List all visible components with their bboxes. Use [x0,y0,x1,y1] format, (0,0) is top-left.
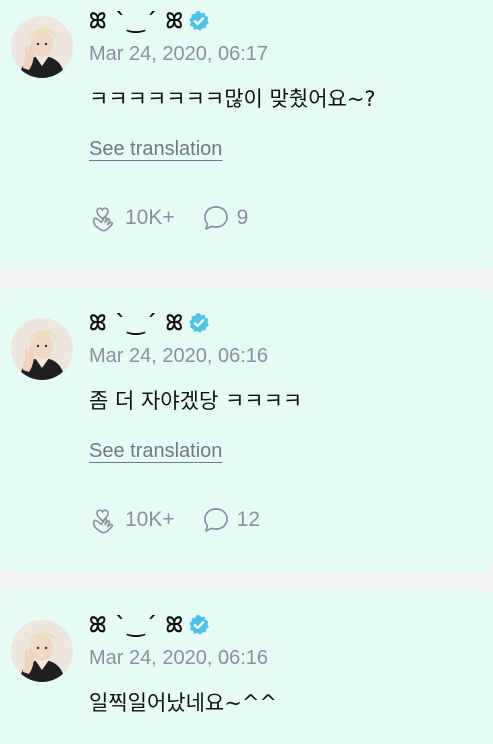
verified-badge-icon [188,10,210,32]
speech-bubble-icon [201,505,231,535]
display-name[interactable]: ꕤ ˋ‿ˊ ꕤ [89,9,184,34]
comment-button[interactable]: 12 [201,505,260,535]
avatar[interactable] [11,620,73,682]
post-feed: ꕤ ˋ‿ˊ ꕤ Mar 24, 2020, 06:17 ㅋㅋㅋㅋㅋㅋㅋ많이 맞췄… [0,0,493,744]
post-text: 일찍일어났네요~^^ [89,691,278,715]
post-timestamp: Mar 24, 2020, 06:16 [89,345,269,367]
like-count: 10K+ [125,508,175,531]
speech-bubble-icon [201,203,231,233]
post-timestamp: Mar 24, 2020, 06:17 [89,43,269,65]
post-card[interactable]: ꕤ ˋ‿ˊ ꕤ Mar 24, 2020, 06:16 일찍일어났네요~^^ [0,590,493,744]
see-translation-link[interactable]: See translation [89,440,222,463]
heart-hand-icon [89,203,119,233]
see-translation-link[interactable]: See translation [89,138,222,161]
author-row: ꕤ ˋ‿ˊ ꕤ [89,612,210,638]
post-timestamp: Mar 24, 2020, 06:16 [89,647,269,669]
like-count: 10K+ [125,206,175,229]
post-text: ㅋㅋㅋㅋㅋㅋㅋ많이 맞췄어요~? [89,87,376,111]
like-button[interactable]: 10K+ [89,505,175,535]
heart-hand-icon [89,505,119,535]
like-button[interactable]: 10K+ [89,203,175,233]
post-stats: 10K+ 12 [89,505,260,535]
post-card[interactable]: ꕤ ˋ‿ˊ ꕤ Mar 24, 2020, 06:16 좀 더 자야겠당 ㅋㅋㅋ… [0,288,493,572]
avatar[interactable] [11,318,73,380]
author-row: ꕤ ˋ‿ˊ ꕤ [89,8,210,34]
verified-badge-icon [188,312,210,334]
post-text: 좀 더 자야겠당 ㅋㅋㅋㅋ [89,389,303,413]
comment-count: 12 [236,508,260,531]
display-name[interactable]: ꕤ ˋ‿ˊ ꕤ [89,613,184,638]
verified-badge-icon [188,614,210,636]
author-row: ꕤ ˋ‿ˊ ꕤ [89,310,210,336]
display-name[interactable]: ꕤ ˋ‿ˊ ꕤ [89,311,184,336]
post-card[interactable]: ꕤ ˋ‿ˊ ꕤ Mar 24, 2020, 06:17 ㅋㅋㅋㅋㅋㅋㅋ많이 맞췄… [0,0,493,270]
post-stats: 10K+ 9 [89,203,248,233]
avatar[interactable] [11,16,73,78]
comment-count: 9 [236,206,249,229]
comment-button[interactable]: 9 [201,203,249,233]
